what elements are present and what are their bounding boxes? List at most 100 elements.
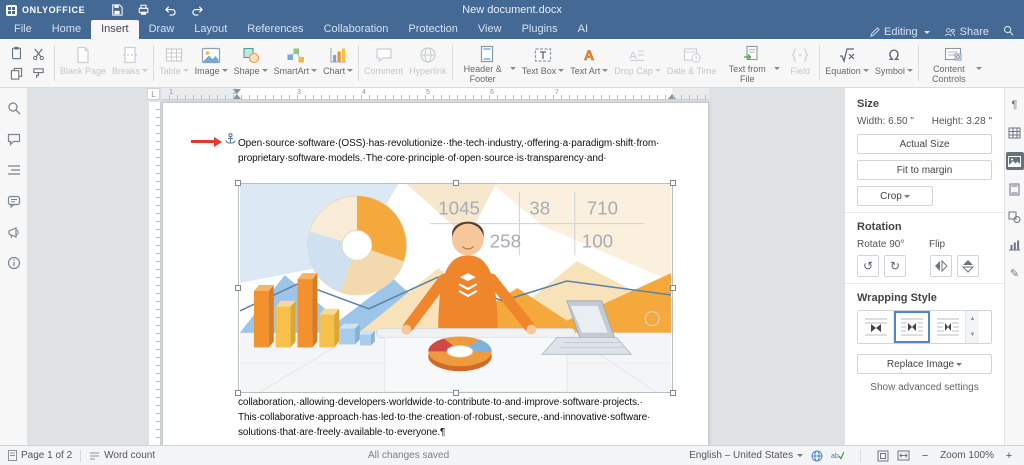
chart-settings-button[interactable] bbox=[1006, 236, 1024, 254]
copy-button[interactable] bbox=[8, 65, 24, 81]
actual-size-button[interactable]: Actual Size bbox=[857, 134, 992, 154]
tab-layout[interactable]: Layout bbox=[184, 20, 237, 39]
navigation-button[interactable] bbox=[6, 162, 22, 178]
paragraph-top[interactable]: Open·source·software·(OSS)·has·revolutio… bbox=[238, 136, 659, 166]
pencil-icon bbox=[870, 27, 880, 37]
insert-field-button[interactable]: Field bbox=[783, 41, 817, 85]
copy-style-button[interactable] bbox=[30, 65, 46, 81]
wrap-inline-option[interactable] bbox=[858, 311, 894, 343]
redo-button[interactable] bbox=[191, 5, 204, 16]
insert-text-box-button[interactable]: Text Box bbox=[519, 41, 568, 85]
page-number-indicator[interactable]: Page 1 of 2 bbox=[8, 450, 72, 461]
comments-button[interactable] bbox=[6, 131, 22, 147]
save-button[interactable] bbox=[111, 4, 123, 16]
fit-to-width-button[interactable] bbox=[897, 450, 910, 461]
tab-home[interactable]: Home bbox=[42, 20, 91, 39]
tab-insert[interactable]: Insert bbox=[91, 20, 139, 39]
flip-horizontal-button[interactable] bbox=[930, 255, 952, 277]
spell-check-button[interactable]: ab bbox=[831, 450, 844, 461]
tab-stop-selector[interactable]: L bbox=[147, 88, 160, 100]
table-settings-button[interactable] bbox=[1006, 124, 1024, 142]
insert-comment-button[interactable]: Comment bbox=[361, 41, 406, 85]
header-footer-icon bbox=[479, 45, 495, 63]
insert-smartart-button[interactable]: SmartArt bbox=[271, 41, 321, 85]
insert-content-controls-button[interactable]: Content Controls bbox=[921, 41, 985, 85]
image-settings-button[interactable] bbox=[1006, 152, 1024, 170]
paragraph-settings-button[interactable]: ¶ bbox=[1006, 96, 1024, 114]
wrap-tight-option[interactable] bbox=[930, 311, 966, 343]
tab-draw[interactable]: Draw bbox=[139, 20, 185, 39]
scroll-down-icon[interactable]: ▼ bbox=[966, 327, 979, 343]
about-button[interactable] bbox=[6, 255, 22, 271]
chat-button[interactable] bbox=[6, 193, 22, 209]
selection-handle[interactable] bbox=[670, 180, 676, 186]
print-button[interactable] bbox=[137, 4, 150, 16]
cut-button[interactable] bbox=[30, 45, 46, 61]
insert-date-time-button[interactable]: Date & Time bbox=[664, 41, 720, 85]
signature-settings-button[interactable]: ✎ bbox=[1006, 264, 1024, 282]
feedback-button[interactable] bbox=[6, 224, 22, 240]
insert-header-footer-button[interactable]: Header & Footer bbox=[455, 41, 519, 85]
paste-button[interactable] bbox=[8, 45, 24, 61]
tab-ai[interactable]: AI bbox=[568, 20, 598, 39]
insert-hyperlink-button[interactable]: Hyperlink bbox=[406, 41, 450, 85]
header-footer-settings-button[interactable] bbox=[1006, 180, 1024, 198]
insert-chart-button[interactable]: Chart bbox=[320, 41, 356, 85]
find-button[interactable] bbox=[6, 100, 22, 116]
insert-drop-cap-button[interactable]: A Drop Cap bbox=[611, 41, 664, 85]
rotate-left-button[interactable]: ↺ bbox=[857, 255, 879, 277]
insert-table-button[interactable]: Table bbox=[156, 41, 192, 85]
tab-references[interactable]: References bbox=[237, 20, 313, 39]
replace-image-button[interactable]: Replace Image bbox=[857, 354, 992, 374]
scroll-up-icon[interactable]: ▲ bbox=[966, 311, 979, 327]
document-page[interactable]: Open·source·software·(OSS)·has·revolutio… bbox=[162, 102, 709, 445]
horizontal-ruler[interactable]: 1 2 3 4 5 6 7 bbox=[162, 88, 709, 100]
insert-symbol-button[interactable]: Ω Symbol bbox=[872, 41, 916, 85]
selection-handle[interactable] bbox=[235, 180, 241, 186]
insert-shape-button[interactable]: Shape bbox=[231, 41, 271, 85]
zoom-in-button[interactable]: + bbox=[1002, 449, 1016, 463]
undo-button[interactable] bbox=[164, 5, 177, 16]
fit-to-margin-button[interactable]: Fit to margin bbox=[857, 160, 992, 180]
zoom-out-button[interactable]: − bbox=[918, 449, 932, 463]
insert-image-button[interactable]: Image bbox=[192, 41, 231, 85]
insert-equation-button[interactable]: Equation bbox=[822, 41, 872, 85]
selection-handle[interactable] bbox=[670, 390, 676, 396]
set-language-button[interactable] bbox=[811, 450, 823, 462]
tab-file[interactable]: File bbox=[4, 20, 42, 39]
tab-view[interactable]: View bbox=[468, 20, 512, 39]
insert-blank-page-button[interactable]: Blank Page bbox=[57, 41, 109, 85]
shape-settings-button[interactable] bbox=[1006, 208, 1024, 226]
insert-breaks-button[interactable]: Breaks bbox=[109, 41, 151, 85]
vertical-ruler[interactable] bbox=[149, 102, 161, 445]
language-selector[interactable]: English – United States bbox=[689, 450, 803, 461]
document-canvas[interactable]: L 1 2 3 4 5 6 7 Open·source·software·(OS… bbox=[28, 88, 844, 445]
paragraph-bottom[interactable]: collaboration,·allowing·developers·world… bbox=[238, 395, 650, 440]
selection-handle[interactable] bbox=[235, 285, 241, 291]
fit-to-page-button[interactable] bbox=[877, 450, 889, 462]
share-button[interactable]: Share bbox=[944, 26, 989, 38]
wrap-square-option[interactable] bbox=[894, 311, 930, 343]
wrap-gallery-scrollbar[interactable]: ▲ ▼ bbox=[966, 311, 979, 343]
right-indent-marker[interactable] bbox=[668, 94, 676, 99]
editing-mode-selector[interactable]: Editing bbox=[870, 26, 930, 38]
tab-collaboration[interactable]: Collaboration bbox=[314, 20, 399, 39]
rotate-right-button[interactable]: ↻ bbox=[884, 255, 906, 277]
chevron-down-icon bbox=[510, 67, 516, 70]
image-width-value: Width: 6.50 " bbox=[857, 116, 914, 127]
inline-image[interactable]: 1045 38 710 258 100 bbox=[238, 183, 673, 393]
zoom-level[interactable]: Zoom 100% bbox=[940, 450, 994, 461]
selection-handle[interactable] bbox=[670, 285, 676, 291]
tab-protection[interactable]: Protection bbox=[398, 20, 468, 39]
insert-text-from-file-button[interactable]: Text from File bbox=[719, 41, 783, 85]
insert-text-art-button[interactable]: A Text Art bbox=[567, 41, 611, 85]
chevron-down-icon bbox=[602, 69, 608, 72]
search-button[interactable] bbox=[1003, 25, 1014, 39]
left-indent-marker[interactable] bbox=[233, 94, 241, 99]
tab-plugins[interactable]: Plugins bbox=[512, 20, 568, 39]
flip-vertical-button[interactable] bbox=[957, 255, 979, 277]
selection-handle[interactable] bbox=[453, 180, 459, 186]
show-advanced-settings-link[interactable]: Show advanced settings bbox=[857, 382, 992, 393]
crop-button[interactable]: Crop bbox=[857, 186, 933, 206]
word-count-button[interactable]: Word count bbox=[89, 450, 155, 461]
